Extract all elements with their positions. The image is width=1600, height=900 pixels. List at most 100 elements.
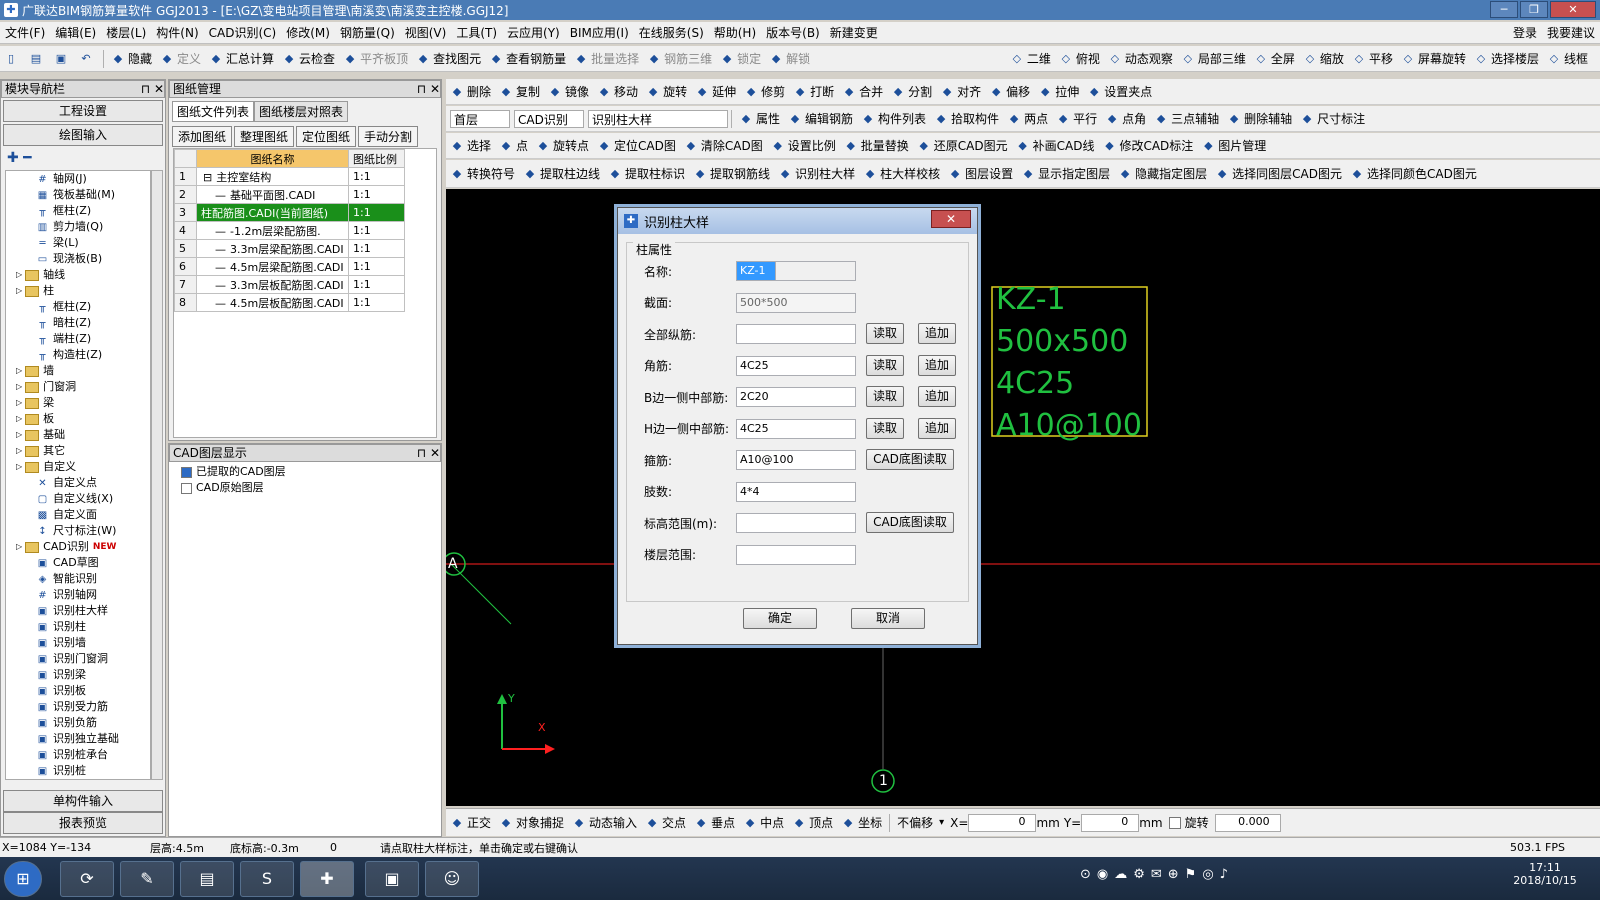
expand-collapse-icons[interactable]: ✚ ━ [1, 148, 165, 168]
edit-btn-11[interactable]: ◆ 偏移 [985, 81, 1034, 103]
row-name[interactable]: 柱配筋图.CADI(当前图纸) [196, 203, 349, 222]
taskbar-app-refresh-icon[interactable]: ⟳ [60, 861, 114, 897]
floor-btn-1[interactable]: ◆ 编辑钢筋 [784, 108, 857, 130]
tree-item-20[interactable]: ▢ 自定义线(X) [6, 491, 150, 507]
menu-right-0[interactable]: 登录 [1508, 24, 1542, 41]
view-btn-4[interactable]: ◇ 全屏 [1250, 48, 1299, 70]
tree-item-26[interactable]: # 识别轴网 [6, 587, 150, 603]
drawing-tab-1[interactable]: 图纸楼层对照表 [254, 101, 349, 122]
tree-item-35[interactable]: ▣ 识别独立基础 [6, 731, 150, 747]
tree-item-15[interactable]: ▷ 板 [6, 411, 150, 427]
edit-btn-7[interactable]: ◆ 打断 [789, 81, 838, 103]
row-name[interactable]: — 4.5m层板配筋图.CADI [196, 293, 349, 312]
tree-expander-icon[interactable]: ▷ [16, 283, 22, 299]
menu-item-4[interactable]: CAD识别(C) [204, 24, 282, 41]
tree-expander-icon[interactable]: ▷ [16, 379, 22, 395]
field-input-3[interactable]: 4C25 [736, 355, 856, 376]
field-btn-2-1[interactable]: 追加 [918, 323, 956, 344]
toolbar1-btn-3[interactable]: ◆ 云检查 [278, 48, 339, 70]
y-input[interactable]: 0 [1081, 813, 1140, 832]
edit-btn-3[interactable]: ◆ 移动 [593, 81, 642, 103]
tree-item-30[interactable]: ▣ 识别门窗洞 [6, 651, 150, 667]
tree-expander-icon[interactable]: ▷ [16, 427, 22, 443]
menu-item-1[interactable]: 编辑(E) [50, 24, 101, 41]
snap-btn-5[interactable]: ◆ 中点 [739, 812, 788, 834]
taskbar-app-s-icon[interactable]: S [240, 861, 294, 897]
drawing-btn-3[interactable]: 手动分割 [358, 126, 419, 147]
field-btn-5-0[interactable]: 读取 [866, 417, 904, 439]
snap-btn-1[interactable]: ◆ 对象捕捉 [495, 812, 568, 834]
view-btn-6[interactable]: ◇ 平移 [1348, 48, 1397, 70]
x-input[interactable]: 0 [968, 813, 1037, 832]
tree-item-7[interactable]: ▷ 柱 [6, 283, 150, 299]
cad-btn-5[interactable]: ◆ 设置比例 [767, 135, 840, 157]
snap-btn-3[interactable]: ◆ 交点 [641, 812, 690, 834]
field-btn-6-0[interactable]: CAD底图读取 [866, 449, 954, 470]
column-btn-1[interactable]: ◆ 提取柱边线 [519, 163, 604, 185]
cad-btn-6[interactable]: ◆ 批量替换 [840, 135, 913, 157]
cad-btn-4[interactable]: ◆ 清除CAD图 [680, 135, 767, 157]
floor-btn-7[interactable]: ◆ 三点辅轴 [1150, 108, 1223, 130]
table-row[interactable]: 1 ⊟ 主控室结构 1:1 [174, 167, 405, 186]
cad-btn-3[interactable]: ◆ 定位CAD图 [593, 135, 680, 157]
tree-item-9[interactable]: ╥ 暗柱(Z) [6, 315, 150, 331]
field-input-4[interactable]: 2C20 [736, 387, 856, 407]
field-input-9[interactable] [736, 544, 856, 565]
tree-item-5[interactable]: ▭ 现浇板(B) [6, 251, 150, 267]
cad-btn-10[interactable]: ◆ 图片管理 [1197, 135, 1270, 157]
tree-item-28[interactable]: ▣ 识别柱 [6, 619, 150, 635]
row-name[interactable]: — 基础平面图.CADI [196, 185, 349, 204]
column-btn-9[interactable]: ◆ 选择同图层CAD图元 [1211, 163, 1346, 185]
field-input-2[interactable] [736, 324, 856, 344]
edit-btn-2[interactable]: ◆ 镜像 [544, 81, 593, 103]
column-btn-6[interactable]: ◆ 图层设置 [944, 163, 1017, 185]
field-input-5[interactable]: 4C25 [736, 418, 856, 439]
menu-item-0[interactable]: 文件(F) [0, 24, 50, 41]
rotate-input[interactable]: 0.000 [1214, 813, 1281, 832]
view-btn-2[interactable]: ◇ 动态观察 [1104, 48, 1177, 70]
tree-item-10[interactable]: ╥ 端柱(Z) [6, 331, 150, 347]
tree-item-33[interactable]: ▣ 识别受力筋 [6, 699, 150, 715]
taskbar-app-face-icon[interactable]: ☺ [425, 861, 479, 897]
undo-icon[interactable]: ↶ [75, 48, 100, 70]
tree-item-6[interactable]: ▷ 轴线 [6, 267, 150, 283]
tree-item-32[interactable]: ▣ 识别板 [6, 683, 150, 699]
cad-btn-2[interactable]: ◆ 旋转点 [532, 135, 593, 157]
cad-btn-1[interactable]: ◆ 点 [495, 135, 532, 157]
new-icon[interactable]: ▯ [0, 48, 25, 70]
toolbar1-btn-5[interactable]: ◆ 查找图元 [412, 48, 485, 70]
tree-item-23[interactable]: ▷ CAD识别 NEW [6, 539, 150, 555]
edit-btn-1[interactable]: ◆ 复制 [495, 81, 544, 103]
snap-btn-7[interactable]: ◆ 坐标 [837, 812, 886, 834]
drawing-btn-0[interactable]: 添加图纸 [172, 126, 233, 147]
column-btn-5[interactable]: ◆ 柱大样校核 [859, 163, 944, 185]
drawing-input-button[interactable]: 绘图输入 [3, 124, 163, 146]
field-btn-3-0[interactable]: 读取 [866, 354, 904, 376]
table-row[interactable]: 2 — 基础平面图.CADI 1:1 [174, 185, 405, 204]
field-btn-5-1[interactable]: 追加 [918, 417, 956, 439]
field-btn-2-0[interactable]: 读取 [866, 323, 904, 344]
field-input-8[interactable] [736, 513, 856, 533]
edit-btn-4[interactable]: ◆ 旋转 [642, 81, 691, 103]
table-row[interactable]: 4 — -1.2m层梁配筋图. 1:1 [174, 221, 405, 240]
table-row[interactable]: 3 柱配筋图.CADI(当前图纸) 1:1 [174, 203, 405, 222]
edit-btn-0[interactable]: ◆ 删除 [446, 81, 495, 103]
floor-btn-5[interactable]: ◆ 平行 [1052, 108, 1101, 130]
edit-btn-12[interactable]: ◆ 拉伸 [1034, 81, 1083, 103]
pin-close-icons[interactable]: ⊓ ✕ [141, 81, 164, 97]
menu-item-10[interactable]: BIM应用(I) [565, 24, 634, 41]
column-btn-0[interactable]: ◆ 转换符号 [446, 163, 519, 185]
view-btn-0[interactable]: ◇ 二维 [1006, 48, 1055, 70]
floor-btn-8[interactable]: ◆ 删除辅轴 [1223, 108, 1296, 130]
tree-item-11[interactable]: ╥ 构造柱(Z) [6, 347, 150, 363]
rotate-checkbox[interactable] [1168, 816, 1181, 829]
row-name[interactable]: — 4.5m层梁配筋图.CADI [196, 257, 349, 276]
field-input-6[interactable]: A10@100 [736, 450, 856, 470]
floor-btn-9[interactable]: ◆ 尺寸标注 [1296, 108, 1369, 130]
snap-btn-6[interactable]: ◆ 顶点 [788, 812, 837, 834]
menu-item-9[interactable]: 云应用(Y) [502, 24, 565, 41]
menu-item-13[interactable]: 版本号(B) [761, 24, 825, 41]
floor-btn-3[interactable]: ◆ 拾取构件 [930, 108, 1003, 130]
single-component-input-button[interactable]: 单构件输入 [3, 790, 163, 812]
snap-btn-2[interactable]: ◆ 动态输入 [568, 812, 641, 834]
